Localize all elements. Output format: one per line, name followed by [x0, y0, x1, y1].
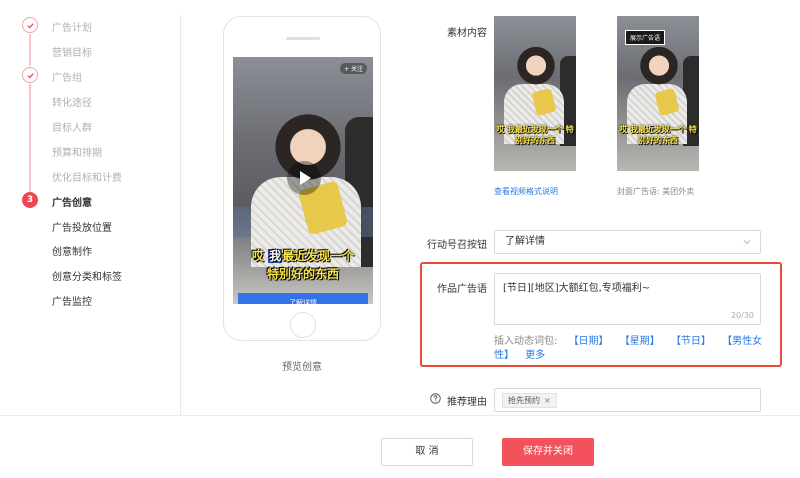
- ad-creative-editor: 广告计划 营销目标 广告组 转化途径 目标人群 预算和排期 优化目标和计费 3 …: [0, 0, 800, 478]
- step-ad-creative[interactable]: 广告创意: [52, 194, 92, 209]
- thumb-caption: 哎 我最近发现一个 特别好的东西: [496, 125, 574, 145]
- video-format-link[interactable]: 查看视频格式说明: [494, 186, 558, 197]
- material-label: 素材内容: [447, 28, 487, 39]
- reason-chip-label: 抢先预约: [508, 396, 540, 405]
- reason-label: 推荐理由: [447, 397, 487, 408]
- check-icon: [22, 67, 38, 83]
- vertical-divider: [180, 15, 181, 415]
- video-thumbnail[interactable]: 哎 我最近发现一个 特别好的东西: [494, 16, 576, 171]
- ad-copy-label: 作品广告语: [437, 284, 487, 295]
- dynamic-tokens: 插入动态词包: 【日期】 【星期】 【节日】 【男性女性】 更多: [494, 335, 764, 363]
- step-optimization-billing[interactable]: 优化目标和计费: [52, 169, 122, 184]
- cta-button-preview[interactable]: 了解详情: [238, 293, 368, 304]
- step-conversion-path[interactable]: 转化途径: [52, 94, 92, 109]
- step-connector: [29, 34, 31, 66]
- video-caption-line1: 哎 我最近发现一个: [251, 249, 355, 263]
- person-head: [516, 44, 556, 92]
- close-icon[interactable]: ×: [544, 396, 551, 405]
- step-ad-plan[interactable]: 广告计划: [52, 19, 92, 34]
- more-tokens-link[interactable]: 更多: [525, 350, 545, 361]
- char-counter: 20/30: [730, 311, 754, 320]
- token-holiday[interactable]: 【节日】: [671, 336, 711, 347]
- phone-preview: + 关注 哎 我最近发现一个 特别好的东西 了解详情: [223, 16, 381, 341]
- preview-label: 预览创意: [282, 362, 322, 373]
- show-ad-copy-badge: 展示广告语: [625, 30, 666, 45]
- video-preview[interactable]: + 关注 哎 我最近发现一个 特别好的东西 了解详情: [233, 57, 373, 304]
- cover-thumbnail[interactable]: 展示广告语 哎 我最近发现一个 特别好的东西: [617, 16, 699, 171]
- step-ad-group[interactable]: 广告组: [52, 69, 82, 84]
- step-marketing-goal[interactable]: 营销目标: [52, 44, 92, 59]
- cta-select[interactable]: 了解详情: [494, 230, 761, 254]
- video-caption-line2: 特别好的东西: [266, 267, 339, 281]
- cover-ad-copy: 封面广告语: 美团外卖: [617, 187, 695, 196]
- thumb-caption: 哎 我最近发现一个 特别好的东西: [619, 125, 697, 145]
- token-date[interactable]: 【日期】: [569, 336, 609, 347]
- person-head: [639, 44, 679, 92]
- cta-select-value: 了解详情: [505, 236, 545, 247]
- step-ad-placement[interactable]: 广告投放位置: [52, 219, 112, 234]
- cancel-button[interactable]: 取 消: [381, 438, 473, 466]
- chevron-down-icon: [743, 240, 751, 245]
- token-weekday[interactable]: 【星期】: [620, 336, 660, 347]
- phone-speaker: [286, 37, 320, 40]
- step-creative-production[interactable]: 创意制作: [52, 243, 92, 258]
- cta-label: 行动号召按钮: [427, 240, 487, 251]
- step-navigation: 广告计划 营销目标 广告组 转化途径 目标人群 预算和排期 优化目标和计费 3 …: [0, 0, 180, 412]
- play-icon[interactable]: [287, 161, 321, 195]
- ad-copy-textarea[interactable]: [节日][地区]大额红包,专项福利~ 20/30: [494, 273, 761, 325]
- phone-home-button: [290, 312, 316, 338]
- step-budget-schedule[interactable]: 预算和排期: [52, 144, 102, 159]
- check-icon: [22, 17, 38, 33]
- step-number-badge: 3: [22, 192, 38, 208]
- step-ad-monitoring[interactable]: 广告监控: [52, 293, 92, 308]
- reason-chip[interactable]: 抢先预约 ×: [502, 393, 557, 408]
- follow-tag[interactable]: + 关注: [340, 63, 367, 74]
- save-and-close-button[interactable]: 保存并关闭: [502, 438, 594, 466]
- step-target-audience[interactable]: 目标人群: [52, 119, 92, 134]
- ad-copy-value: [节日][地区]大额红包,专项福利~: [503, 283, 651, 294]
- step-creative-category-tags[interactable]: 创意分类和标签: [52, 268, 122, 283]
- help-icon[interactable]: [430, 393, 441, 404]
- step-connector: [29, 84, 31, 192]
- footer-divider: [0, 415, 800, 416]
- reason-tag-input[interactable]: 抢先预约 ×: [494, 388, 761, 412]
- tokens-label: 插入动态词包:: [494, 336, 558, 347]
